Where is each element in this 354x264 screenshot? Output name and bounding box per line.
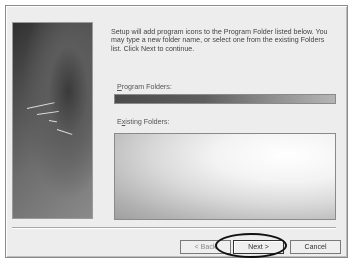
program-folders-label: Program Folders: bbox=[117, 83, 172, 91]
existing-folders-label: Existing Folders: bbox=[117, 118, 169, 126]
intro-text: Setup will add program icons to the Prog… bbox=[111, 28, 328, 53]
cancel-button[interactable]: Cancel bbox=[290, 240, 341, 254]
existing-folders-label-text: isting Folders: bbox=[125, 118, 170, 126]
program-folder-input[interactable] bbox=[114, 94, 336, 104]
next-button[interactable]: Next > bbox=[233, 240, 284, 254]
program-folders-label-text: rogram Folders: bbox=[121, 83, 172, 91]
back-button[interactable]: < Back bbox=[180, 240, 231, 254]
button-divider bbox=[12, 227, 336, 229]
setup-banner-image bbox=[12, 22, 93, 219]
existing-folders-list[interactable] bbox=[114, 133, 336, 220]
